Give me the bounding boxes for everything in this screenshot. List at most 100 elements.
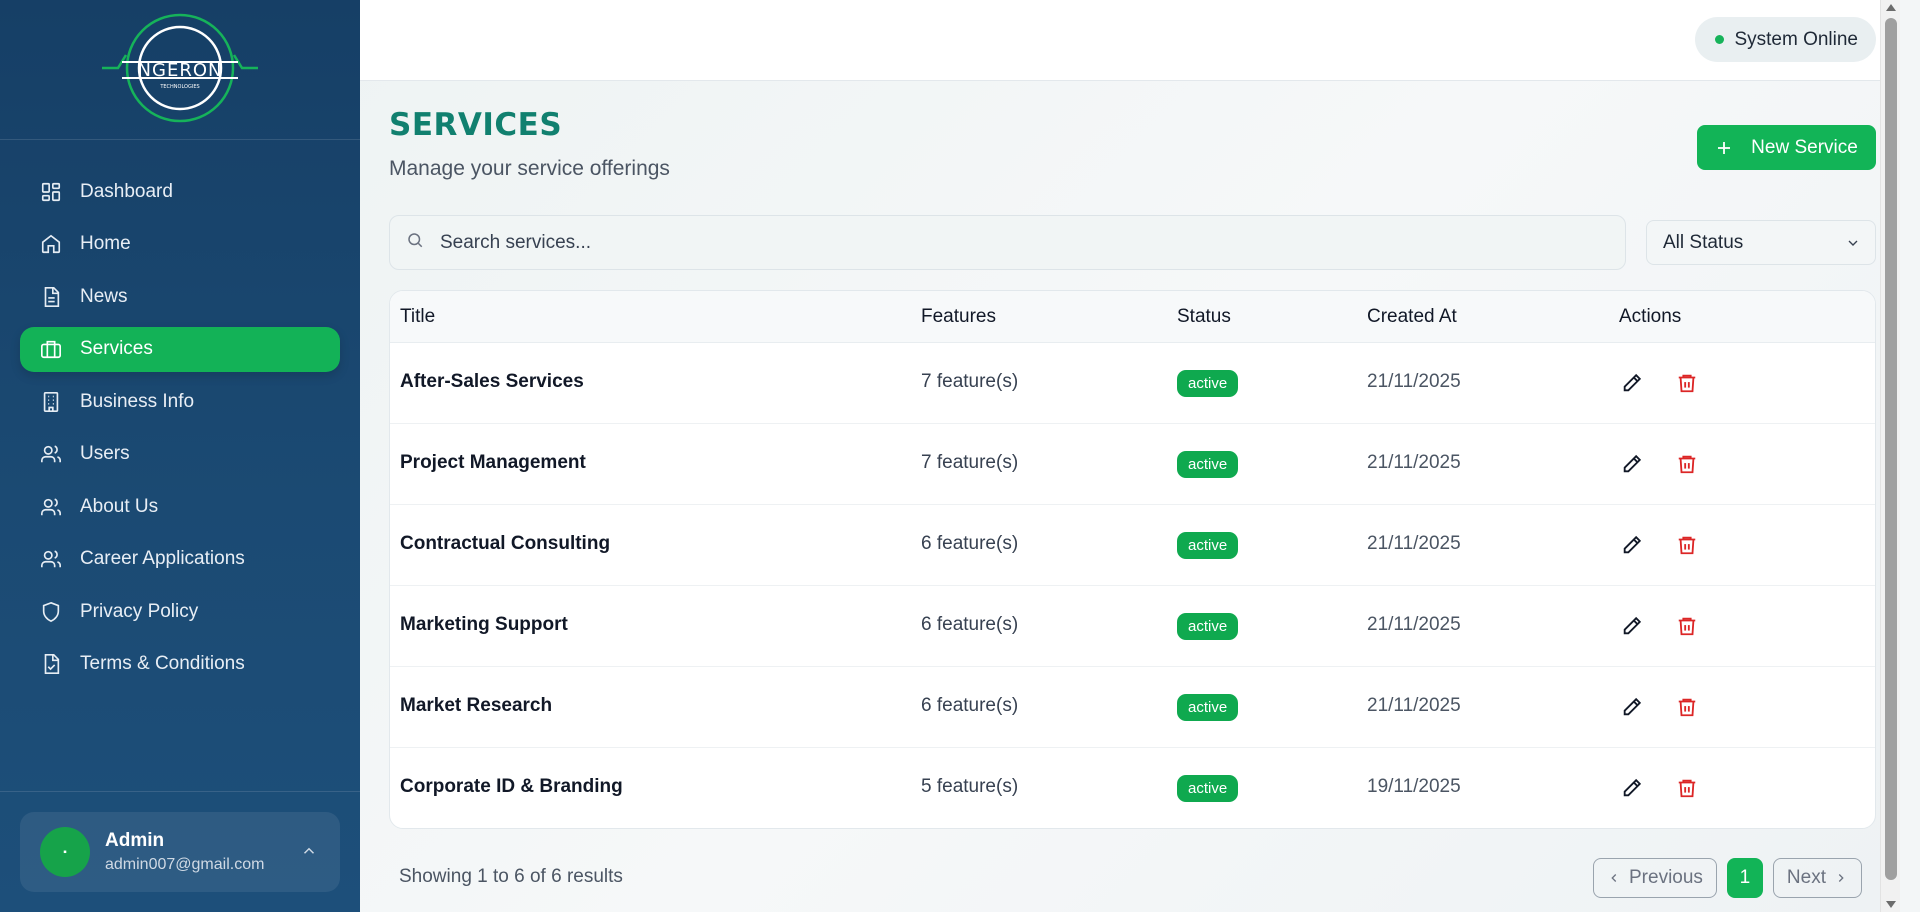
status-filter-value: All Status <box>1663 231 1744 253</box>
sidebar-item-label: Users <box>80 443 130 464</box>
logo-area: NGERON TECHNOLOGIES <box>0 0 360 140</box>
main-content: System Online SERVICES Manage your servi… <box>360 0 1900 912</box>
sidebar-item-terms-conditions[interactable]: Terms & Conditions <box>20 642 340 687</box>
sidebar-item-users[interactable]: Users <box>20 432 340 477</box>
services-table: Title Features Status Created At Actions… <box>389 290 1876 829</box>
scroll-up-arrow-icon[interactable] <box>1886 4 1896 11</box>
sidebar-item-news[interactable]: News <box>20 274 340 319</box>
service-created-at: 21/11/2025 <box>1367 371 1461 392</box>
briefcase-icon <box>40 338 62 360</box>
sidebar-nav: Dashboard Home News Services Business In… <box>0 140 360 687</box>
service-features: 7 feature(s) <box>921 371 1019 392</box>
status-badge: active <box>1177 613 1239 640</box>
service-title: Marketing Support <box>400 614 568 635</box>
service-title: Contractual Consulting <box>400 533 611 554</box>
new-service-label: New Service <box>1751 136 1858 158</box>
status-badge: active <box>1177 370 1239 397</box>
status-badge: active <box>1177 532 1239 559</box>
sidebar-item-business-info[interactable]: Business Info <box>20 379 340 424</box>
next-label: Next <box>1786 867 1826 888</box>
sidebar-item-label: About Us <box>80 495 159 517</box>
sidebar-item-dashboard[interactable]: Dashboard <box>20 169 340 214</box>
service-created-at: 21/11/2025 <box>1367 452 1461 473</box>
home-icon <box>40 233 62 255</box>
sidebar-item-label: Career Applications <box>80 548 245 569</box>
scrollbar-thumb[interactable] <box>1885 18 1897 880</box>
service-title: Project Management <box>400 452 586 473</box>
column-header-status: Status <box>1177 306 1231 327</box>
table-row: Corporate ID & Branding 5 feature(s) act… <box>390 748 1875 828</box>
chevron-left-icon <box>1611 874 1617 882</box>
column-header-created-at: Created At <box>1367 306 1457 327</box>
delete-icon[interactable] <box>1676 777 1698 799</box>
status-badge: active <box>1177 694 1239 721</box>
building-icon <box>40 391 62 413</box>
sidebar-item-privacy-policy[interactable]: Privacy Policy <box>20 589 340 634</box>
user-menu[interactable]: ▪ Admin admin007@gmail.com <box>20 812 340 892</box>
service-title: After-Sales Services <box>400 371 584 392</box>
edit-icon[interactable] <box>1621 372 1643 394</box>
users-icon <box>40 443 62 465</box>
service-created-at: 21/11/2025 <box>1367 695 1461 716</box>
sidebar-item-home[interactable]: Home <box>20 222 340 267</box>
service-features: 6 feature(s) <box>921 614 1019 635</box>
sidebar-item-label: Business Info <box>80 390 195 412</box>
sidebar: NGERON TECHNOLOGIES Dashboard Home News … <box>0 0 360 912</box>
table-row: Market Research 6 feature(s) active 21/1… <box>390 667 1875 748</box>
column-header-title: Title <box>400 306 436 327</box>
delete-icon[interactable] <box>1676 534 1698 556</box>
column-header-actions: Actions <box>1619 306 1682 327</box>
edit-icon[interactable] <box>1621 615 1643 637</box>
status-filter-select[interactable]: All Status <box>1646 220 1876 265</box>
delete-icon[interactable] <box>1676 696 1698 718</box>
next-page-button[interactable]: Next <box>1772 858 1862 898</box>
chevron-up-icon[interactable] <box>300 842 318 860</box>
dashboard-icon <box>40 181 62 203</box>
delete-icon[interactable] <box>1676 372 1698 394</box>
vertical-scrollbar[interactable] <box>1880 0 1900 912</box>
scroll-down-arrow-icon[interactable] <box>1886 901 1896 908</box>
status-badge: active <box>1177 451 1239 478</box>
sidebar-item-about-us[interactable]: About Us <box>20 484 340 529</box>
service-features: 5 feature(s) <box>921 776 1019 797</box>
avatar: ▪ <box>40 827 90 877</box>
document-check-icon <box>40 653 62 675</box>
edit-icon[interactable] <box>1621 534 1643 556</box>
edit-icon[interactable] <box>1621 777 1643 799</box>
service-title: Corporate ID & Branding <box>400 776 623 797</box>
plus-icon <box>1715 139 1733 157</box>
pagination: Previous 1 Next <box>1593 858 1862 898</box>
service-created-at: 21/11/2025 <box>1367 614 1461 635</box>
previous-page-button[interactable]: Previous <box>1593 858 1717 898</box>
new-service-button[interactable]: New Service <box>1697 125 1876 170</box>
edit-icon[interactable] <box>1621 696 1643 718</box>
search-box <box>389 215 1626 270</box>
page-number-button[interactable]: 1 <box>1726 858 1763 898</box>
users-icon <box>40 496 62 518</box>
shield-icon <box>40 601 62 623</box>
chevron-down-icon <box>1848 240 1858 246</box>
svg-text:NGERON: NGERON <box>138 60 223 81</box>
brand-logo[interactable]: NGERON TECHNOLOGIES <box>100 10 260 130</box>
table-row: Project Management 7 feature(s) active 2… <box>390 424 1875 505</box>
users-icon <box>40 548 62 570</box>
system-status-badge: System Online <box>1695 17 1876 62</box>
search-input[interactable] <box>440 231 1590 254</box>
sidebar-item-label: Terms & Conditions <box>80 653 245 674</box>
delete-icon[interactable] <box>1676 453 1698 475</box>
service-features: 6 feature(s) <box>921 695 1019 716</box>
column-header-features: Features <box>921 306 996 327</box>
sidebar-item-label: Services <box>80 338 153 359</box>
results-summary: Showing 1 to 6 of 6 results <box>399 866 623 887</box>
news-icon <box>40 286 62 308</box>
system-status-text: System Online <box>1734 28 1858 50</box>
table-header: Title Features Status Created At Actions <box>390 291 1875 343</box>
service-features: 7 feature(s) <box>921 452 1019 473</box>
delete-icon[interactable] <box>1676 615 1698 637</box>
sidebar-item-career-applications[interactable]: Career Applications <box>20 537 340 582</box>
status-dot-icon <box>1715 35 1725 44</box>
edit-icon[interactable] <box>1621 453 1643 475</box>
sidebar-item-services[interactable]: Services <box>20 326 340 372</box>
page-subtitle: Manage your service offerings <box>389 157 670 180</box>
service-created-at: 19/11/2025 <box>1367 776 1461 797</box>
